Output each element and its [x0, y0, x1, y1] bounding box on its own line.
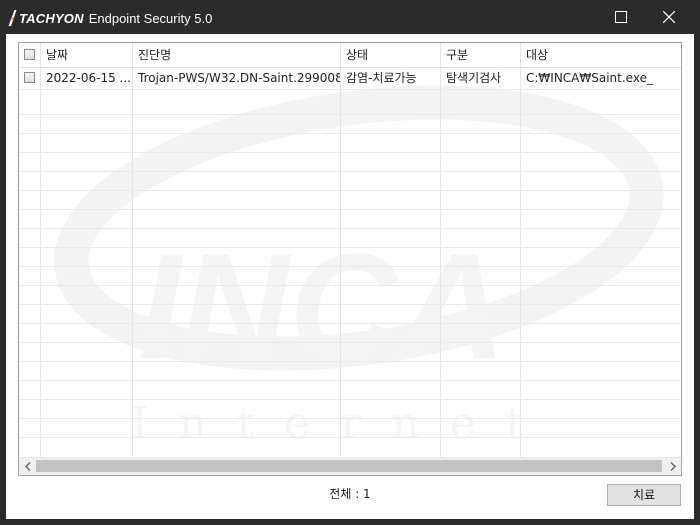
- inca-watermark: INCA I n t e r n e t: [54, 85, 664, 449]
- column-header-status[interactable]: 상태: [340, 43, 440, 67]
- column-divider: [340, 43, 341, 457]
- row-type: 탐색기검사: [446, 71, 502, 85]
- table-row[interactable]: 2022-06-15 ... Trojan-PWS/W32.DN-Saint.2…: [19, 67, 681, 90]
- column-divider: [40, 43, 41, 457]
- row-divider: [19, 361, 681, 362]
- row-status: 감염-치료가능: [346, 71, 417, 85]
- row-divider: [19, 133, 681, 134]
- row-divider: [19, 190, 681, 191]
- scroll-right-button[interactable]: [664, 458, 681, 475]
- results-grid[interactable]: INCA I n t e r n e t 날짜 진단명 상태 구분 대상 202…: [18, 42, 682, 476]
- column-divider: [132, 43, 133, 457]
- column-divider: [520, 43, 521, 457]
- row-divider: [19, 266, 681, 267]
- app-logo: TACHYON Endpoint Security 5.0: [8, 9, 212, 27]
- chevron-right-icon: [670, 462, 676, 471]
- maximize-icon: [615, 11, 627, 23]
- watermark-tagline: I n t e r n e t: [131, 398, 531, 449]
- row-divider: [19, 152, 681, 153]
- grid-header: 날짜 진단명 상태 구분 대상: [19, 43, 681, 68]
- column-divider: [440, 43, 441, 457]
- scrollbar-thumb[interactable]: [36, 460, 662, 472]
- row-divider: [19, 323, 681, 324]
- row-divider: [19, 380, 681, 381]
- column-header-date[interactable]: 날짜: [40, 43, 132, 67]
- close-icon: [663, 11, 675, 23]
- row-diagnosis: Trojan-PWS/W32.DN-Saint.299008: [138, 71, 340, 85]
- column-header-type[interactable]: 구분: [440, 43, 520, 67]
- row-divider: [19, 228, 681, 229]
- row-divider: [19, 399, 681, 400]
- row-divider: [19, 304, 681, 305]
- close-button[interactable]: [646, 0, 692, 34]
- column-header-target[interactable]: 대상: [520, 43, 681, 67]
- column-header-diagnosis[interactable]: 진단명: [132, 43, 340, 67]
- scroll-left-button[interactable]: [19, 458, 36, 475]
- tachyon-slash-icon: [8, 10, 17, 26]
- row-divider: [19, 171, 681, 172]
- window-title: Endpoint Security 5.0: [88, 10, 213, 26]
- row-divider: [19, 114, 681, 115]
- chevron-left-icon: [24, 462, 30, 471]
- select-all-checkbox[interactable]: [24, 49, 35, 60]
- row-date: 2022-06-15 ...: [46, 71, 131, 85]
- horizontal-scrollbar[interactable]: [19, 457, 681, 475]
- row-checkbox[interactable]: [24, 72, 35, 83]
- row-divider: [19, 209, 681, 210]
- maximize-button[interactable]: [598, 0, 644, 34]
- row-divider: [19, 437, 681, 438]
- brand-name: TACHYON: [19, 10, 84, 26]
- row-target: C:₩INCA₩Saint.exe_: [526, 71, 653, 85]
- row-divider: [19, 247, 681, 248]
- dialog-body: INCA I n t e r n e t 날짜 진단명 상태 구분 대상 202…: [6, 34, 694, 519]
- title-bar: TACHYON Endpoint Security 5.0: [0, 0, 700, 34]
- treat-button[interactable]: 치료: [607, 484, 681, 506]
- row-divider: [19, 285, 681, 286]
- total-count: 전체 : 1: [329, 487, 371, 501]
- row-divider: [19, 418, 681, 419]
- row-divider: [19, 342, 681, 343]
